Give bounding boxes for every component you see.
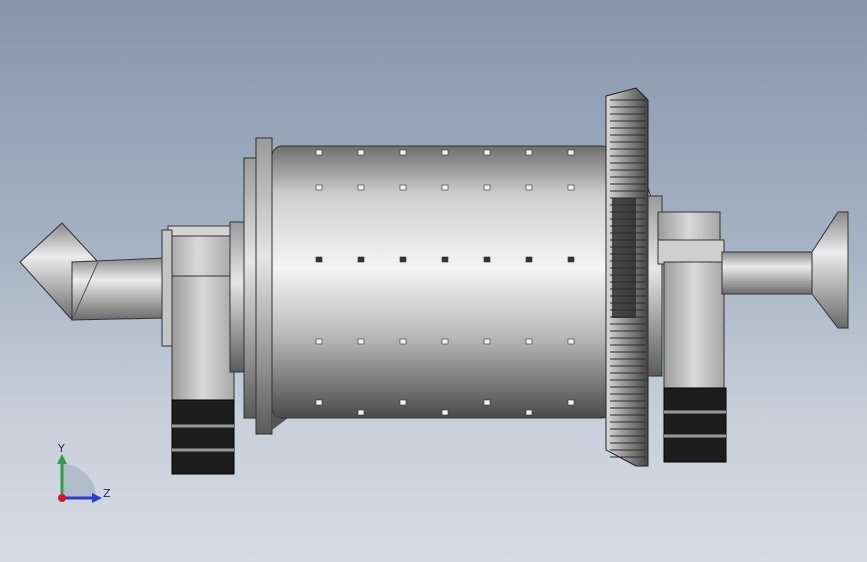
liner-bolt <box>483 256 491 263</box>
liner-bolt <box>399 338 407 345</box>
liner-bolt <box>315 256 323 263</box>
liner-bolt <box>441 149 449 156</box>
x-axis-icon <box>58 494 66 502</box>
liner-bolt <box>399 256 407 263</box>
liner-bolt <box>525 409 533 416</box>
liner-bolt <box>357 149 365 156</box>
liner-bolt <box>441 409 449 416</box>
liner-bolt <box>357 256 365 263</box>
liner-bolt <box>441 338 449 345</box>
liner-bolt <box>567 149 575 156</box>
coordinate-triad-icon: Y Z <box>57 442 111 503</box>
left-bearing-pedestal <box>161 225 235 475</box>
3d-graphics-viewport[interactable]: Y Z <box>0 0 867 562</box>
liner-bolt <box>567 399 575 406</box>
liner-bolt <box>357 409 365 416</box>
liner-bolt <box>567 256 575 263</box>
liner-bolt <box>567 338 575 345</box>
z-arrow-icon <box>92 493 102 503</box>
girth-gear <box>605 87 649 467</box>
liner-bolt <box>357 338 365 345</box>
liner-bolt <box>399 149 407 156</box>
liner-bolt <box>315 149 323 156</box>
liner-bolt <box>525 256 533 263</box>
liner-bolt <box>525 184 533 191</box>
liner-bolt <box>525 149 533 156</box>
z-axis-label: Z <box>103 487 111 500</box>
liner-bolt <box>441 256 449 263</box>
triad-plane-icon <box>62 464 96 498</box>
liner-bolt <box>315 338 323 345</box>
liner-bolt <box>525 338 533 345</box>
feed-inlet-pipe <box>19 222 166 321</box>
liner-bolt <box>483 399 491 406</box>
liner-bolt <box>567 184 575 191</box>
y-axis-label: Y <box>57 442 65 455</box>
liner-bolt <box>315 399 323 406</box>
liner-bolt <box>399 184 407 191</box>
mill-drum-shell <box>271 145 661 419</box>
liner-bolt <box>315 184 323 191</box>
liner-bolt <box>483 184 491 191</box>
liner-bolt <box>483 149 491 156</box>
liner-bolt <box>357 184 365 191</box>
liner-bolt <box>483 338 491 345</box>
liner-bolt <box>441 184 449 191</box>
liner-bolt <box>399 399 407 406</box>
ball-mill-model[interactable] <box>0 0 867 562</box>
right-bearing-pedestal <box>657 211 727 463</box>
discharge-outlet-pipe <box>721 211 849 329</box>
y-arrow-icon <box>57 454 67 464</box>
